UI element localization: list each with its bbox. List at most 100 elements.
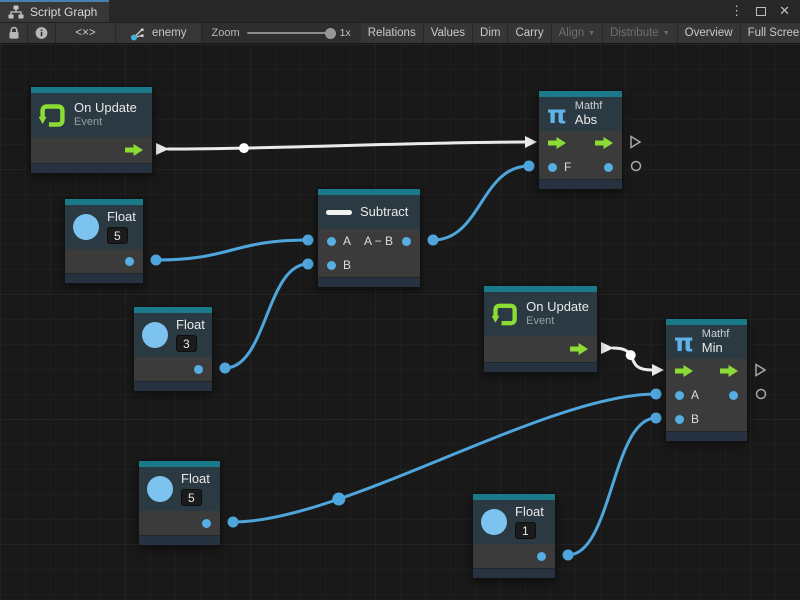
port-row: F	[539, 155, 622, 179]
output-label: A − B	[364, 234, 393, 248]
value-input[interactable]: 3	[176, 335, 197, 352]
data-port[interactable]	[194, 365, 203, 374]
port-row	[65, 249, 143, 273]
node-footer	[65, 273, 143, 283]
graph-canvas[interactable]: On UpdateEvent πMathfAbs F Float 5 Subtract A A…	[0, 44, 800, 600]
node-float-3[interactable]: Float3	[133, 306, 213, 392]
toolbar-button-values[interactable]: Values	[424, 23, 473, 43]
chevron-down-icon: ▼	[663, 30, 670, 37]
wire-endpoint-dot	[151, 255, 162, 266]
exec-output-marker[interactable]	[631, 137, 640, 148]
data-port[interactable]	[675, 391, 684, 400]
node-on-update-1[interactable]: On UpdateEvent	[30, 86, 153, 174]
toolbar-button-dim[interactable]: Dim	[473, 23, 508, 43]
loop-event-icon	[39, 102, 66, 129]
edge-float-5a.out-to-subtract.A[interactable]	[156, 240, 308, 260]
node-footer	[484, 362, 597, 372]
data-port[interactable]	[537, 552, 546, 561]
exec-port-icon[interactable]	[595, 137, 613, 149]
node-float-1[interactable]: Float1	[472, 493, 556, 579]
toolbar-button-carry[interactable]: Carry	[508, 23, 551, 43]
port-row	[666, 359, 747, 383]
data-port[interactable]	[675, 415, 684, 424]
wire-mid-dot[interactable]	[626, 350, 636, 360]
node-header: Float1	[473, 500, 555, 544]
wire-endpoint-dot	[303, 235, 314, 246]
data-port[interactable]	[125, 257, 134, 266]
node-mathf-abs[interactable]: πMathfAbs F	[538, 90, 623, 190]
node-footer	[539, 179, 622, 189]
node-graph-icon	[130, 26, 146, 41]
node-title: Subtract	[360, 205, 408, 220]
toolbar-button-label: Dim	[480, 27, 500, 39]
exec-port-icon[interactable]	[570, 343, 588, 355]
exec-port-icon[interactable]	[125, 144, 143, 156]
edge-float-3.out-to-subtract.B[interactable]	[225, 264, 308, 368]
value-input[interactable]: 5	[181, 489, 202, 506]
toolbar-button-relations[interactable]: Relations	[361, 23, 424, 43]
toolbar-button-overview[interactable]: Overview	[678, 23, 741, 43]
node-header: Subtract	[318, 195, 420, 229]
value-input[interactable]: 1	[515, 522, 536, 539]
data-port[interactable]	[729, 391, 738, 400]
data-port[interactable]	[327, 261, 336, 270]
data-output-marker[interactable]	[757, 390, 766, 399]
zoom-control: Zoom 1x	[202, 23, 361, 43]
zoom-slider-handle[interactable]	[325, 28, 336, 39]
window-controls: ⋮ ✕	[730, 0, 800, 22]
exec-port-icon[interactable]	[720, 365, 738, 377]
data-port[interactable]	[548, 163, 557, 172]
node-subtitle: Event	[74, 116, 137, 129]
node-on-update-2[interactable]: On UpdateEvent	[483, 285, 598, 373]
maximize-icon[interactable]	[756, 7, 766, 16]
edge-subtract.out-to-mathf-abs.F[interactable]	[433, 166, 529, 240]
zoom-slider[interactable]	[247, 32, 333, 34]
wire-mid-dot[interactable]	[332, 493, 345, 506]
tab-script-graph[interactable]: Script Graph	[0, 0, 109, 22]
edge-float-1.out-to-mathf-min.B[interactable]	[568, 418, 656, 555]
graph-icon	[8, 5, 24, 19]
close-icon[interactable]: ✕	[779, 3, 790, 19]
data-output-marker[interactable]	[632, 162, 641, 171]
wire-endpoint-dot	[651, 389, 662, 400]
code-icon: <×>	[75, 27, 95, 39]
node-title: Float	[181, 472, 210, 487]
code-view-button[interactable]: <×>	[56, 23, 116, 43]
exec-wire-start-arrow	[156, 143, 169, 155]
port-row	[539, 131, 622, 155]
lock-button[interactable]	[0, 23, 28, 43]
node-mathf-min[interactable]: πMathfMinAB	[665, 318, 748, 442]
wire-mid-dot[interactable]	[239, 143, 249, 153]
toolbar-button-full-screen[interactable]: Full Screen	[741, 23, 800, 43]
exec-port-icon[interactable]	[675, 365, 693, 377]
wire-endpoint-dot	[220, 363, 231, 374]
edge-on-update-1.out-to-mathf-abs.exec[interactable]	[168, 142, 525, 149]
exec-port-icon[interactable]	[548, 137, 566, 149]
port-label: A	[691, 388, 699, 402]
port-label: B	[343, 258, 351, 272]
port-row: A	[666, 383, 747, 407]
exec-wire-arrowhead	[652, 364, 664, 376]
data-port[interactable]	[327, 237, 336, 246]
toolbar-button-label: Values	[431, 27, 465, 39]
toolbar-button-align: Align▼	[552, 23, 604, 43]
node-header: On UpdateEvent	[31, 93, 152, 137]
data-port[interactable]	[402, 237, 411, 246]
node-header: πMathfAbs	[539, 97, 622, 131]
graph-reference[interactable]: enemy	[116, 23, 202, 43]
node-footer	[318, 277, 420, 287]
value-input[interactable]: 5	[107, 227, 128, 244]
node-float-5a[interactable]: Float5	[64, 198, 144, 284]
inspect-button[interactable]	[28, 23, 56, 43]
exec-wire-start-arrow	[601, 342, 614, 354]
data-port[interactable]	[604, 163, 613, 172]
graph-toolbar: <×> enemy Zoom 1x Relations Values Dim Carr…	[0, 22, 800, 44]
menu-dots-icon[interactable]: ⋮	[730, 3, 743, 19]
data-port[interactable]	[202, 519, 211, 528]
port-row	[484, 336, 597, 362]
node-subtract[interactable]: SubtractAA − BB	[317, 188, 421, 288]
edge-float-5b.out-to-mathf-min.A[interactable]	[233, 394, 656, 522]
node-float-5b[interactable]: Float 5	[138, 460, 221, 546]
exec-output-marker[interactable]	[756, 365, 765, 376]
graph-reference-label: enemy	[152, 27, 187, 39]
